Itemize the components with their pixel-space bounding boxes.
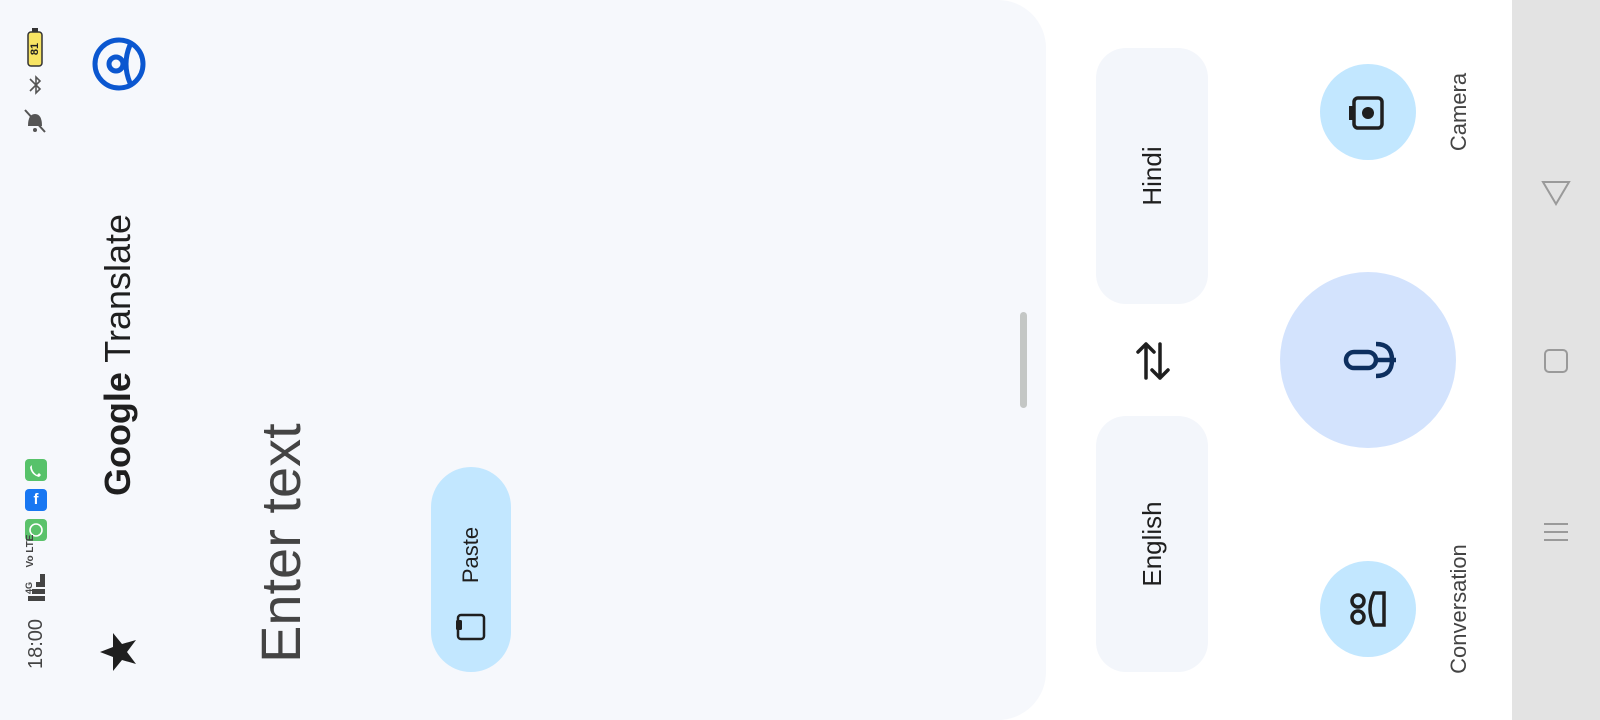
facebook-icon: f bbox=[25, 489, 47, 511]
network-type: 4G bbox=[24, 582, 34, 595]
paste-label: Paste bbox=[458, 526, 483, 584]
mic-icon bbox=[1342, 338, 1396, 382]
camera-button[interactable] bbox=[1320, 64, 1416, 160]
app-title: Google Translate bbox=[97, 205, 138, 505]
home-icon[interactable] bbox=[1543, 348, 1569, 374]
clipboard-icon bbox=[454, 610, 488, 644]
main-panel bbox=[0, 0, 1046, 720]
volte-indicator: Vo LTE bbox=[25, 534, 36, 568]
microphone-button[interactable] bbox=[1280, 272, 1456, 448]
conversation-button[interactable] bbox=[1320, 561, 1416, 657]
star-icon[interactable] bbox=[98, 632, 138, 672]
recents-icon[interactable] bbox=[1542, 518, 1570, 546]
back-icon[interactable] bbox=[1539, 174, 1573, 208]
source-language-label: English bbox=[1137, 501, 1167, 587]
brand-name: Google bbox=[97, 372, 138, 497]
mute-icon bbox=[22, 106, 48, 136]
source-language-button[interactable]: English bbox=[1096, 416, 1208, 672]
status-time: 18:00 bbox=[25, 618, 47, 670]
text-input[interactable]: Enter text bbox=[249, 381, 312, 663]
swap-languages-icon[interactable] bbox=[1133, 338, 1173, 384]
paste-button[interactable]: Paste bbox=[431, 467, 511, 672]
account-icon[interactable] bbox=[92, 37, 146, 91]
phone-app-icon bbox=[25, 459, 47, 481]
system-nav-bar bbox=[1512, 0, 1600, 720]
camera-icon bbox=[1348, 92, 1388, 132]
camera-label: Camera bbox=[1446, 72, 1471, 152]
target-language-button[interactable]: Hindi bbox=[1096, 48, 1208, 304]
product-name: Translate bbox=[97, 213, 138, 363]
battery-level: 81 bbox=[29, 42, 41, 56]
scroll-handle[interactable] bbox=[1020, 312, 1027, 408]
target-language-label: Hindi bbox=[1137, 146, 1167, 206]
bluetooth-icon bbox=[26, 73, 46, 97]
conversation-label: Conversation bbox=[1446, 544, 1471, 674]
conversation-icon bbox=[1346, 587, 1390, 631]
